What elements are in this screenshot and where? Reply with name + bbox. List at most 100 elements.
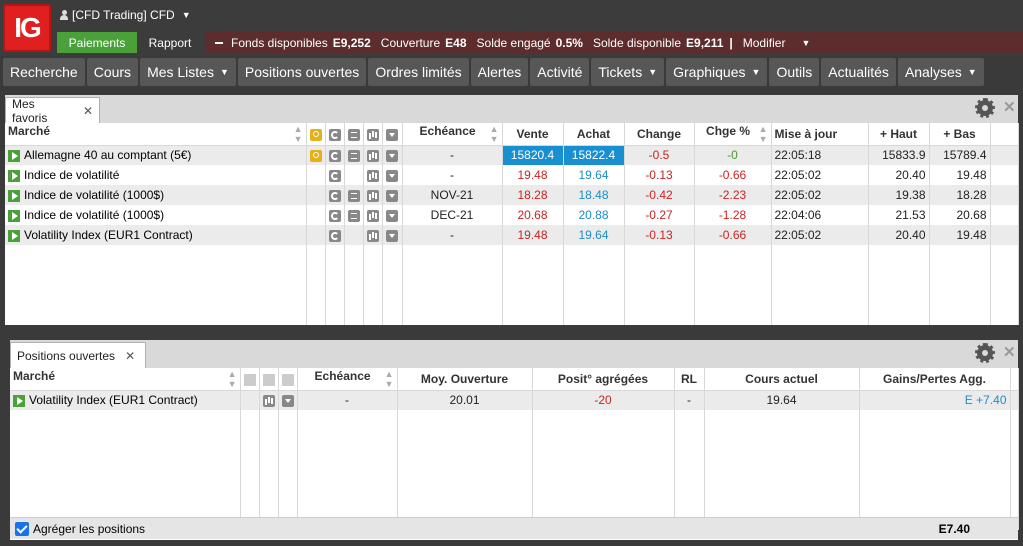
dropdown-icon <box>386 128 398 141</box>
empty-cell <box>990 245 1019 265</box>
cell-vente[interactable]: 20.68 <box>502 205 564 225</box>
col-echeance[interactable]: Echéance ▲ ▼ <box>402 123 503 146</box>
cell-vente[interactable]: 18.28 <box>502 185 564 205</box>
nav-cours[interactable]: Cours <box>86 58 139 86</box>
rapport-button[interactable]: Rapport <box>138 32 202 53</box>
close-icon[interactable]: ✕ <box>83 104 93 118</box>
cell-vente[interactable]: 19.48 <box>502 165 564 185</box>
play-icon[interactable] <box>8 189 20 202</box>
dropdown-icon[interactable] <box>386 150 398 163</box>
cell-bulb <box>306 225 326 245</box>
paiements-button[interactable]: Paiements <box>57 32 137 53</box>
nav-tickets[interactable]: Tickets ▼ <box>591 58 665 86</box>
nav-analyses[interactable]: Analyses ▼ <box>897 58 984 86</box>
col-moy-ouverture[interactable]: Moy. Ouverture <box>397 368 533 391</box>
modifier-link[interactable]: Modifier <box>743 36 786 50</box>
cell-achat[interactable]: 18.48 <box>563 185 625 205</box>
cell-haut: 20.40 <box>868 165 930 185</box>
cell-chart <box>363 165 383 185</box>
collapse-icon[interactable] <box>215 41 223 44</box>
table-row[interactable]: Indice de volatilité (1000$) NOV-21 18.28 1… <box>5 185 1019 205</box>
col-haut[interactable]: + Haut <box>868 123 930 146</box>
dropdown-icon[interactable] <box>386 229 398 242</box>
tab-positions-ouvertes[interactable]: Positions ouvertes ✕ <box>10 342 146 368</box>
col-cours-actuel[interactable]: Cours actuel <box>704 368 860 391</box>
nav-outils[interactable]: Outils <box>769 58 820 86</box>
tab-label: Mes favoris <box>12 96 48 125</box>
dropdown-icon[interactable] <box>386 189 398 202</box>
gear-icon[interactable] <box>975 343 995 363</box>
nav-positions-ouvertes[interactable]: Positions ouvertes <box>237 58 367 86</box>
close-icon[interactable]: ✕ <box>125 349 135 363</box>
col-rl[interactable]: RL <box>674 368 705 391</box>
empty-cell <box>532 490 675 510</box>
play-icon[interactable] <box>13 395 25 408</box>
gear-icon[interactable] <box>975 98 995 118</box>
cell-achat[interactable]: 19.64 <box>563 165 625 185</box>
dropdown-icon[interactable] <box>386 209 398 222</box>
col-vente[interactable]: Vente <box>502 123 564 146</box>
play-icon[interactable] <box>8 209 20 222</box>
refresh-icon[interactable] <box>328 150 341 163</box>
nav-actualit-s[interactable]: Actualités <box>821 58 896 86</box>
nav-ordres-limit-s[interactable]: Ordres limités <box>368 58 469 86</box>
chart-icon[interactable] <box>262 395 275 408</box>
col-echeance[interactable]: Echéance ▲ ▼ <box>297 368 398 391</box>
col-change[interactable]: Change <box>624 123 695 146</box>
empty-cell <box>1010 490 1019 510</box>
empty-cell <box>363 245 383 265</box>
table-row[interactable]: Volatility Index (EUR1 Contract) -20.01 -2… <box>10 390 1019 410</box>
refresh-icon[interactable] <box>328 169 341 182</box>
dropdown-icon[interactable] <box>386 169 398 182</box>
refresh-icon[interactable] <box>328 189 341 202</box>
col-marche[interactable]: Marché ▲ ▼ <box>10 368 241 391</box>
cell-posit-agregees: -20 <box>532 390 675 410</box>
col-marche[interactable]: Marché ▲ ▼ <box>5 123 307 146</box>
chart-icon[interactable] <box>366 229 379 242</box>
empty-cell <box>624 285 695 305</box>
close-icon[interactable]: ✕ <box>1003 98 1016 116</box>
nav-alertes[interactable]: Alertes <box>470 58 529 86</box>
dropdown-icon[interactable] <box>281 395 294 408</box>
col-chge-pct[interactable]: Chge % ▲ ▼ <box>694 123 772 146</box>
account-selector[interactable]: [CFD Trading] CFD ▼ <box>60 8 191 22</box>
cell-achat[interactable]: 15822.4 <box>563 145 625 165</box>
cell-doc <box>344 225 364 245</box>
nav-mes-listes[interactable]: Mes Listes ▼ <box>140 58 236 86</box>
lightbulb-icon[interactable] <box>309 150 322 163</box>
document-icon[interactable] <box>347 150 360 163</box>
cell-marche: Allemagne 40 au comptant (5€) <box>5 145 307 165</box>
col-gains-pertes[interactable]: Gains/Pertes Agg. <box>859 368 1011 391</box>
chart-icon[interactable] <box>366 189 379 202</box>
table-row[interactable]: Volatility Index (EUR1 Contract) -19.48 19… <box>5 225 1019 245</box>
col-achat[interactable]: Achat <box>563 123 625 146</box>
chart-icon[interactable] <box>366 150 379 163</box>
refresh-icon[interactable] <box>328 229 341 242</box>
table-row[interactable]: Allemagne 40 au comptant (5€) -15820.4 158… <box>5 145 1019 165</box>
chart-icon[interactable] <box>366 169 379 182</box>
cell-achat[interactable]: 19.64 <box>563 225 625 245</box>
table-row[interactable]: Indice de volatilité -19.48 19.64 -0.13 -0.6… <box>5 165 1019 185</box>
chart-icon[interactable] <box>366 209 379 222</box>
nav-graphiques[interactable]: Graphiques ▼ <box>666 58 768 86</box>
col-mise-a-jour[interactable]: Mise à jour <box>771 123 869 146</box>
empty-cell <box>278 430 298 450</box>
document-icon[interactable] <box>347 209 360 222</box>
play-icon[interactable] <box>8 169 20 182</box>
cell-vente[interactable]: 19.48 <box>502 225 564 245</box>
tab-mes-favoris[interactable]: Mes favoris ✕ <box>5 96 100 125</box>
play-icon[interactable] <box>8 229 20 242</box>
col-posit-agregees[interactable]: Posit° agrégées <box>532 368 675 391</box>
col-bas[interactable]: + Bas <box>929 123 991 146</box>
cell-vente[interactable]: 15820.4 <box>502 145 564 165</box>
document-icon[interactable] <box>347 189 360 202</box>
table-row[interactable]: Indice de volatilité (1000$) DEC-21 20.68 2… <box>5 205 1019 225</box>
refresh-icon[interactable] <box>328 209 341 222</box>
cell-achat[interactable]: 20.88 <box>563 205 625 225</box>
chevron-down-icon[interactable]: ▼ <box>801 38 810 48</box>
aggregate-checkbox[interactable] <box>15 521 29 536</box>
nav-activit-[interactable]: Activité <box>530 58 590 86</box>
play-icon[interactable] <box>8 150 20 163</box>
close-icon[interactable]: ✕ <box>1003 343 1016 361</box>
nav-recherche[interactable]: Recherche <box>3 58 85 86</box>
